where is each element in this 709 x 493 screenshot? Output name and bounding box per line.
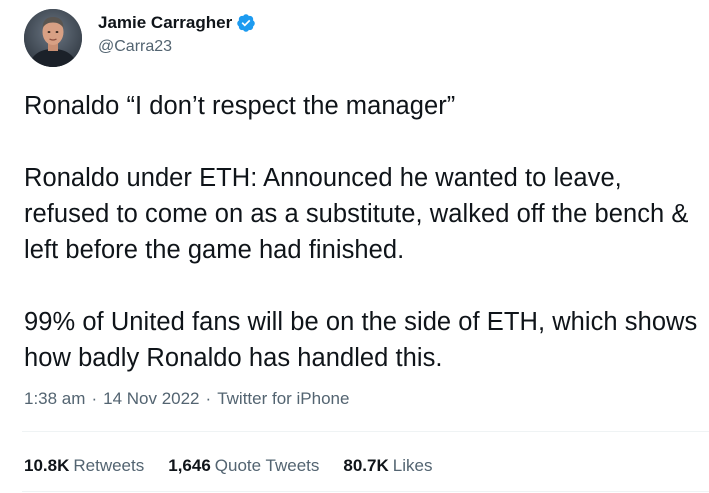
tweet-time[interactable]: 1:38 am (24, 389, 85, 409)
quote-tweets-label: Quote Tweets (214, 456, 320, 475)
tweet-card: Jamie Carragher @Carra23 Ronaldo “I don’… (0, 0, 709, 493)
user-avatar-photo (24, 9, 82, 67)
retweets-count: 10.8K (24, 456, 70, 475)
likes-count: 80.7K (343, 456, 389, 475)
retweets-stat[interactable]: 10.8K Retweets (24, 456, 144, 476)
author-display-name[interactable]: Jamie Carragher (98, 13, 232, 33)
tweet-meta: 1:38 am · 14 Nov 2022 · Twitter for iPho… (24, 389, 349, 409)
meta-separator: · (205, 389, 212, 408)
tweet-date[interactable]: 14 Nov 2022 (103, 389, 199, 409)
author-name-row: Jamie Carragher (98, 12, 256, 34)
meta-separator: · (91, 389, 98, 408)
tweet-text: Ronaldo “I don’t respect the manager” Ro… (24, 92, 698, 372)
author-block: Jamie Carragher @Carra23 (98, 12, 256, 56)
likes-label: Likes (392, 456, 433, 475)
tweet-source[interactable]: Twitter for iPhone (217, 389, 349, 409)
quote-tweets-stat[interactable]: 1,646 Quote Tweets (168, 456, 319, 476)
retweets-label: Retweets (73, 456, 145, 475)
verified-badge-icon (236, 13, 256, 33)
divider (22, 431, 709, 432)
author-handle[interactable]: @Carra23 (98, 38, 256, 56)
likes-stat[interactable]: 80.7K Likes (343, 456, 432, 476)
quote-tweets-count: 1,646 (168, 456, 211, 475)
divider (22, 491, 709, 492)
avatar[interactable] (24, 9, 82, 67)
tweet-stats: 10.8K Retweets 1,646 Quote Tweets 80.7K Lik… (24, 456, 456, 476)
